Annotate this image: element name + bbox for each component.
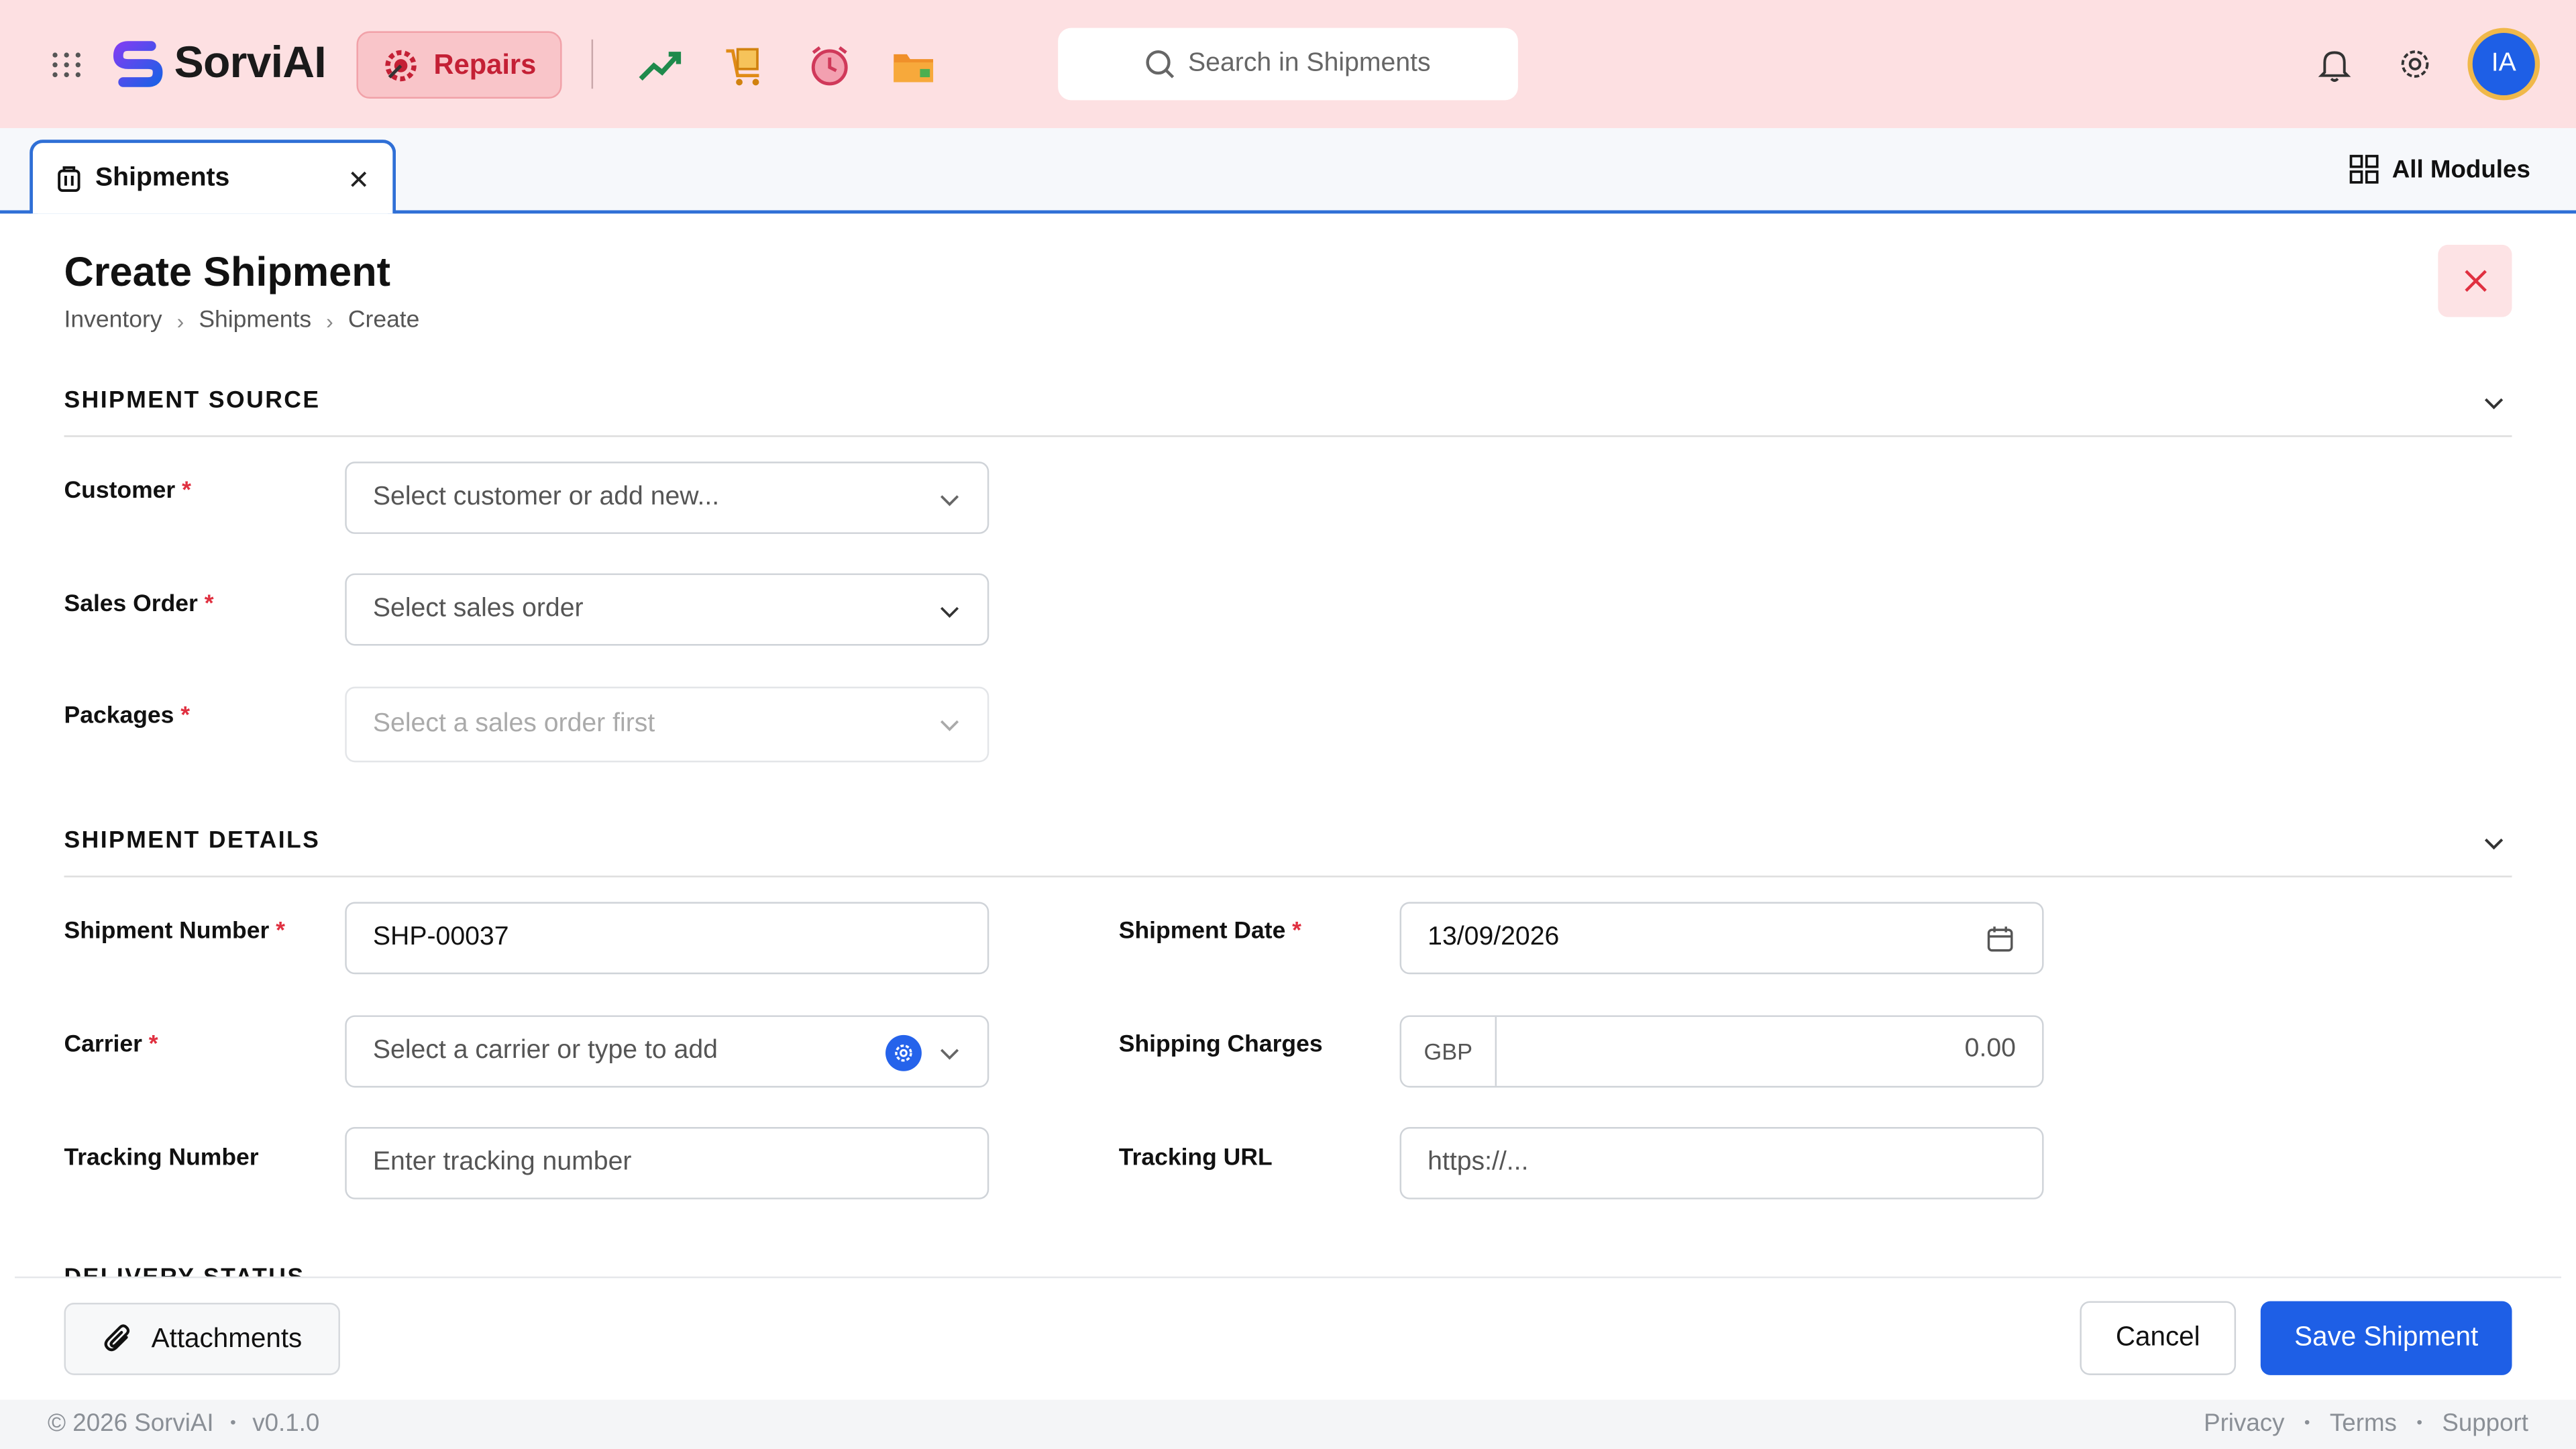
all-modules-button[interactable]: All Modules <box>2349 154 2530 184</box>
grid-icon <box>2349 154 2379 184</box>
app-logo[interactable]: SorviAI <box>112 36 327 89</box>
shipping-charges-field[interactable]: GBP 0.00 <box>1399 1015 2044 1088</box>
trending-up-icon[interactable] <box>636 41 685 90</box>
breadcrumb-create: Create <box>347 307 420 334</box>
section-title: SHIPMENT SOURCE <box>64 387 321 415</box>
carrier-label: Carrier * <box>64 1031 158 1059</box>
carrier-select[interactable]: Select a carrier or type to add <box>345 1015 989 1088</box>
search-placeholder: Search in Shipments <box>1188 49 1431 78</box>
chevron-down-icon <box>940 1049 959 1060</box>
chevron-down-icon <box>2484 839 2504 850</box>
shipping-charges-value: 0.00 <box>1964 1034 2016 1063</box>
customer-label: Customer * <box>64 478 191 504</box>
cancel-button[interactable]: Cancel <box>2080 1301 2237 1375</box>
folder-icon[interactable] <box>889 41 938 90</box>
module-label: Repairs <box>433 48 537 80</box>
chevron-right-icon: › <box>326 308 333 333</box>
divider <box>591 39 594 89</box>
gear-icon[interactable] <box>2397 46 2433 83</box>
terms-link[interactable]: Terms <box>2330 1409 2397 1438</box>
attachments-button[interactable]: Attachments <box>64 1303 340 1375</box>
chevron-right-icon: › <box>176 308 184 333</box>
shipment-date-label: Shipment Date * <box>1118 918 1302 945</box>
customer-placeholder: Select customer or add new... <box>372 483 720 511</box>
section-shipment-source[interactable]: SHIPMENT SOURCE <box>64 388 2512 437</box>
separator-dot: • <box>230 1414 236 1433</box>
shipment-number-field[interactable]: SHP-00037 <box>345 902 989 975</box>
calendar-icon[interactable] <box>1986 925 2015 953</box>
action-bar-divider <box>15 1276 2561 1279</box>
chevron-down-icon <box>940 720 959 731</box>
tracking-url-placeholder: https://... <box>1428 1148 1529 1177</box>
logo-mark-icon <box>113 41 163 87</box>
section-delivery-status[interactable]: DELIVERY STATUS <box>64 1262 305 1277</box>
shipping-charges-label: Shipping Charges <box>1118 1031 1323 1059</box>
luggage-icon <box>58 165 80 191</box>
chevron-down-icon <box>2484 398 2504 410</box>
shipment-date-value: 13/09/2026 <box>1428 923 1560 951</box>
tracking-number-placeholder: Enter tracking number <box>372 1148 632 1177</box>
carrier-settings-icon[interactable] <box>885 1034 922 1071</box>
repair-gear-icon <box>385 49 417 81</box>
chevron-down-icon <box>940 495 959 506</box>
privacy-link[interactable]: Privacy <box>2204 1409 2284 1438</box>
breadcrumb-shipments[interactable]: Shipments <box>199 307 311 333</box>
carrier-placeholder: Select a carrier or type to add <box>372 1036 718 1065</box>
tracking-url-input[interactable]: https://... <box>1399 1127 2044 1199</box>
search-input[interactable]: Search in Shipments <box>1058 28 1518 101</box>
attachments-label: Attachments <box>151 1323 303 1353</box>
close-form-button[interactable] <box>2438 244 2512 317</box>
copyright-text: © 2026 SorviAI <box>48 1409 214 1438</box>
alarm-icon[interactable] <box>805 41 854 90</box>
packages-placeholder: Select a sales order first <box>372 709 655 738</box>
repairs-module-button[interactable]: Repairs <box>356 31 562 99</box>
close-tab-icon[interactable]: ✕ <box>347 164 370 197</box>
section-title: SHIPMENT DETAILS <box>64 828 321 855</box>
tracking-number-label: Tracking Number <box>64 1144 259 1172</box>
sales-order-placeholder: Select sales order <box>372 594 584 623</box>
breadcrumb: Inventory › Shipments › Create <box>64 307 420 333</box>
breadcrumb-inventory[interactable]: Inventory <box>64 307 162 333</box>
customer-select[interactable]: Select customer or add new... <box>345 462 989 534</box>
section-shipment-details[interactable]: SHIPMENT DETAILS <box>64 828 2512 877</box>
tab-label: Shipments <box>95 163 230 192</box>
chevron-down-icon <box>940 606 959 618</box>
packages-select: Select a sales order first <box>345 686 989 763</box>
version-text: v0.1.0 <box>252 1409 320 1438</box>
box-cart-icon[interactable] <box>720 41 769 90</box>
save-shipment-button[interactable]: Save Shipment <box>2260 1301 2512 1375</box>
app-grid-icon[interactable] <box>49 46 85 83</box>
shipment-number-value: SHP-00037 <box>372 923 509 951</box>
sales-order-label: Sales Order * <box>64 591 214 618</box>
separator-dot: • <box>2416 1414 2422 1433</box>
shipment-number-label: Shipment Number * <box>64 918 285 945</box>
separator-dot: • <box>2304 1414 2310 1433</box>
user-avatar[interactable]: IA <box>2467 28 2540 101</box>
all-modules-label: All Modules <box>2392 155 2530 184</box>
tab-shipments[interactable]: Shipments ✕ <box>30 140 396 214</box>
bell-icon[interactable] <box>2316 46 2353 83</box>
currency-code: GBP <box>1401 1016 1497 1086</box>
support-link[interactable]: Support <box>2442 1409 2528 1438</box>
top-bar: SorviAI Repairs Search in Shipments IA <box>0 0 2576 129</box>
status-bar: © 2026 SorviAI • v0.1.0 Privacy • Terms … <box>0 1399 2576 1449</box>
packages-label: Packages * <box>64 703 191 730</box>
sales-order-select[interactable]: Select sales order <box>345 573 989 646</box>
shipment-date-field[interactable]: 13/09/2026 <box>1399 902 2044 975</box>
tracking-url-label: Tracking URL <box>1118 1144 1273 1172</box>
search-icon <box>1146 50 1175 78</box>
tracking-number-input[interactable]: Enter tracking number <box>345 1127 989 1199</box>
paperclip-icon <box>104 1324 130 1352</box>
page-title: Create Shipment <box>64 250 391 296</box>
app-name: SorviAI <box>174 37 327 87</box>
close-icon <box>2464 270 2486 292</box>
